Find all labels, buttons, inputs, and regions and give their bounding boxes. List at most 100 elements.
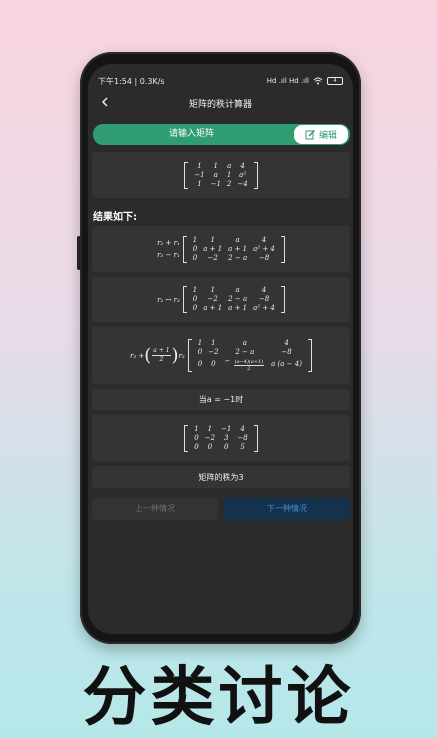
next-case-button[interactable]: 下一种情况	[224, 498, 350, 520]
matrix-row: 0 −2 2 − a −8	[190, 295, 278, 304]
matrix-cell: a² + 4	[253, 304, 275, 312]
matrix-cell: 1	[211, 339, 216, 347]
step2-matrix: 1 1 a 4 0 −2 2 − a −8 0 a + 1 a + 1 a² + 4	[182, 286, 285, 313]
status-icons: Hd .ıll Hd .ıll 4	[267, 77, 343, 85]
matrix-cell: −2	[204, 433, 216, 442]
matrix-row: 0 −2 2 − a −8	[190, 254, 278, 263]
results-title: 结果如下:	[93, 212, 137, 223]
input-matrix: 1 1 a 4 −1 a 1 a² 1 −1 2 −4	[184, 161, 258, 189]
matrix-cell: 0	[223, 442, 229, 451]
matrix-input-bar[interactable]: 请输入矩阵 编辑	[93, 124, 350, 145]
matrix-cell: 1	[207, 424, 213, 433]
row3-fraction: (a−4)(a+1) 2	[233, 359, 265, 372]
edit-button[interactable]: 编辑	[294, 125, 348, 144]
matrix-cell: 3	[223, 433, 229, 442]
input-matrix-card: 1 1 a 4 −1 a 1 a² 1 −1 2 −4	[92, 152, 350, 198]
step3-op-prefix: r₃ +	[130, 351, 145, 360]
matrix-cell: −4	[237, 179, 248, 188]
matrix-cell: 0	[197, 360, 203, 368]
matrix-cell: a	[213, 170, 218, 179]
matrix-cell: a	[235, 286, 240, 294]
app-screen: 下午1:54 | 0.3K/s Hd .ıll Hd .ıll 4 矩阵的秩计算…	[88, 64, 353, 634]
step3-frac-den: 2	[159, 356, 164, 363]
matrix-cell: −1	[210, 179, 221, 188]
matrix-cell: 4	[240, 424, 245, 433]
matrix-cell: −2	[208, 348, 219, 356]
status-time: 下午1:54 | 0.3K/s	[98, 76, 165, 86]
left-paren: (	[144, 344, 152, 366]
case-matrix-card: 1 1 −1 4 0 −2 3 −8 0 0 0 5	[92, 415, 350, 461]
prev-case-button[interactable]: 上一种情况	[92, 498, 218, 520]
matrix-cell: a + 1	[228, 304, 248, 312]
matrix-row: 11a4	[190, 236, 278, 245]
step1-ops: r₂ + r₁ r₃ − r₁	[157, 237, 180, 261]
step3-op-suffix: r₂	[178, 351, 185, 360]
matrix-cell: 1	[210, 235, 215, 244]
matrix-cell: 0	[192, 304, 198, 312]
matrix-row: 0 −2 2 − a −8	[195, 348, 305, 357]
promo-caption: 分类讨论	[82, 661, 355, 735]
matrix-cell: a + 1	[203, 304, 223, 312]
matrix-row: 0 0 − (a−4)(a+1) 2 a (a − 4)	[195, 357, 305, 372]
matrix-row: −1 a 1 a²	[191, 171, 250, 180]
step1-matrix: 1 1 a 4 0 a + 1 a + 1 a² + 4 0 −2 2 − a −8	[182, 235, 285, 263]
matrix-cell: 0	[194, 433, 199, 442]
battery-icon: 4	[327, 77, 343, 85]
case-label: 当a = −1时	[198, 395, 244, 404]
matrix-cell: a	[227, 161, 232, 170]
wifi-icon	[313, 77, 323, 85]
phone-side-button	[77, 236, 81, 270]
matrix-cell: 1	[194, 424, 199, 433]
matrix-cell: a (a − 4)	[271, 360, 302, 368]
matrix-cell: −8	[258, 253, 270, 262]
matrix-row: 11a4	[191, 162, 250, 171]
matrix-cell: 2 − a	[228, 253, 248, 262]
matrix-cell: −2	[207, 253, 218, 262]
matrix-cell: − (a−4)(a+1) 2	[222, 357, 269, 372]
matrix-cell: a	[242, 339, 247, 347]
matrix-cell: a	[235, 235, 240, 244]
pencil-edit-icon	[305, 130, 315, 140]
step1-card: r₂ + r₁ r₃ − r₁ 1 1 a 4 0 a + 1 a + 1 a² + 4 0 −2…	[92, 226, 350, 272]
matrix-cell: 1	[192, 286, 198, 294]
matrix-cell: 0	[207, 442, 213, 451]
chevron-left-icon	[101, 97, 108, 107]
matrix-cell: 4	[261, 286, 267, 294]
signal-icon: Hd .ıll Hd .ıll	[266, 77, 309, 85]
matrix-row: 1 1 −1 4	[191, 425, 250, 434]
matrix-cell: 4	[284, 339, 289, 347]
matrix-cell: 1	[197, 179, 202, 188]
matrix-cell: 2 − a	[228, 295, 248, 303]
matrix-row: 0 a + 1 a + 1 a² + 4	[190, 304, 278, 313]
step3-frac-num: a + 1	[152, 347, 171, 356]
matrix-cell: −2	[207, 295, 218, 303]
matrix-cell: −1	[221, 424, 232, 433]
matrix-cell: 0	[192, 295, 198, 303]
matrix-cell: 4	[240, 161, 245, 170]
matrix-cell: 1	[213, 161, 218, 170]
matrix-cell: 1	[226, 170, 232, 179]
matrix-row: 0 −2 3 −8	[191, 434, 250, 443]
matrix-row: 0 a + 1 a + 1 a² + 4	[190, 245, 278, 254]
matrix-cell: 2 − a	[235, 348, 255, 356]
matrix-cell: 1	[197, 161, 202, 170]
app-header: 矩阵的秩计算器	[88, 92, 353, 114]
case-matrix: 1 1 −1 4 0 −2 3 −8 0 0 0 5	[184, 424, 258, 452]
matrix-cell: 1	[192, 235, 198, 244]
matrix-cell: 1	[197, 339, 203, 347]
step3-fraction: a + 1 2	[152, 347, 171, 364]
matrix-row: 1 −1 2 −4	[191, 180, 250, 189]
rank-card: 矩阵的秩为3	[92, 466, 350, 488]
matrix-cell: −8	[237, 433, 248, 442]
matrix-cell: a² + 4	[253, 244, 275, 253]
matrix-cell: 0	[211, 360, 216, 368]
matrix-cell: a + 1	[228, 244, 248, 253]
status-bar: 下午1:54 | 0.3K/s Hd .ıll Hd .ıll 4	[98, 74, 343, 88]
matrix-cell: 0	[192, 244, 198, 253]
back-button[interactable]	[96, 93, 114, 111]
input-label: 请输入矩阵	[168, 129, 214, 139]
row3-frac-num: (a−4)(a+1)	[233, 359, 265, 366]
step3-op: r₃ + ( a + 1 2 ) r₂	[130, 344, 185, 366]
matrix-cell: 5	[240, 442, 245, 451]
matrix-cell: 0	[192, 253, 198, 262]
